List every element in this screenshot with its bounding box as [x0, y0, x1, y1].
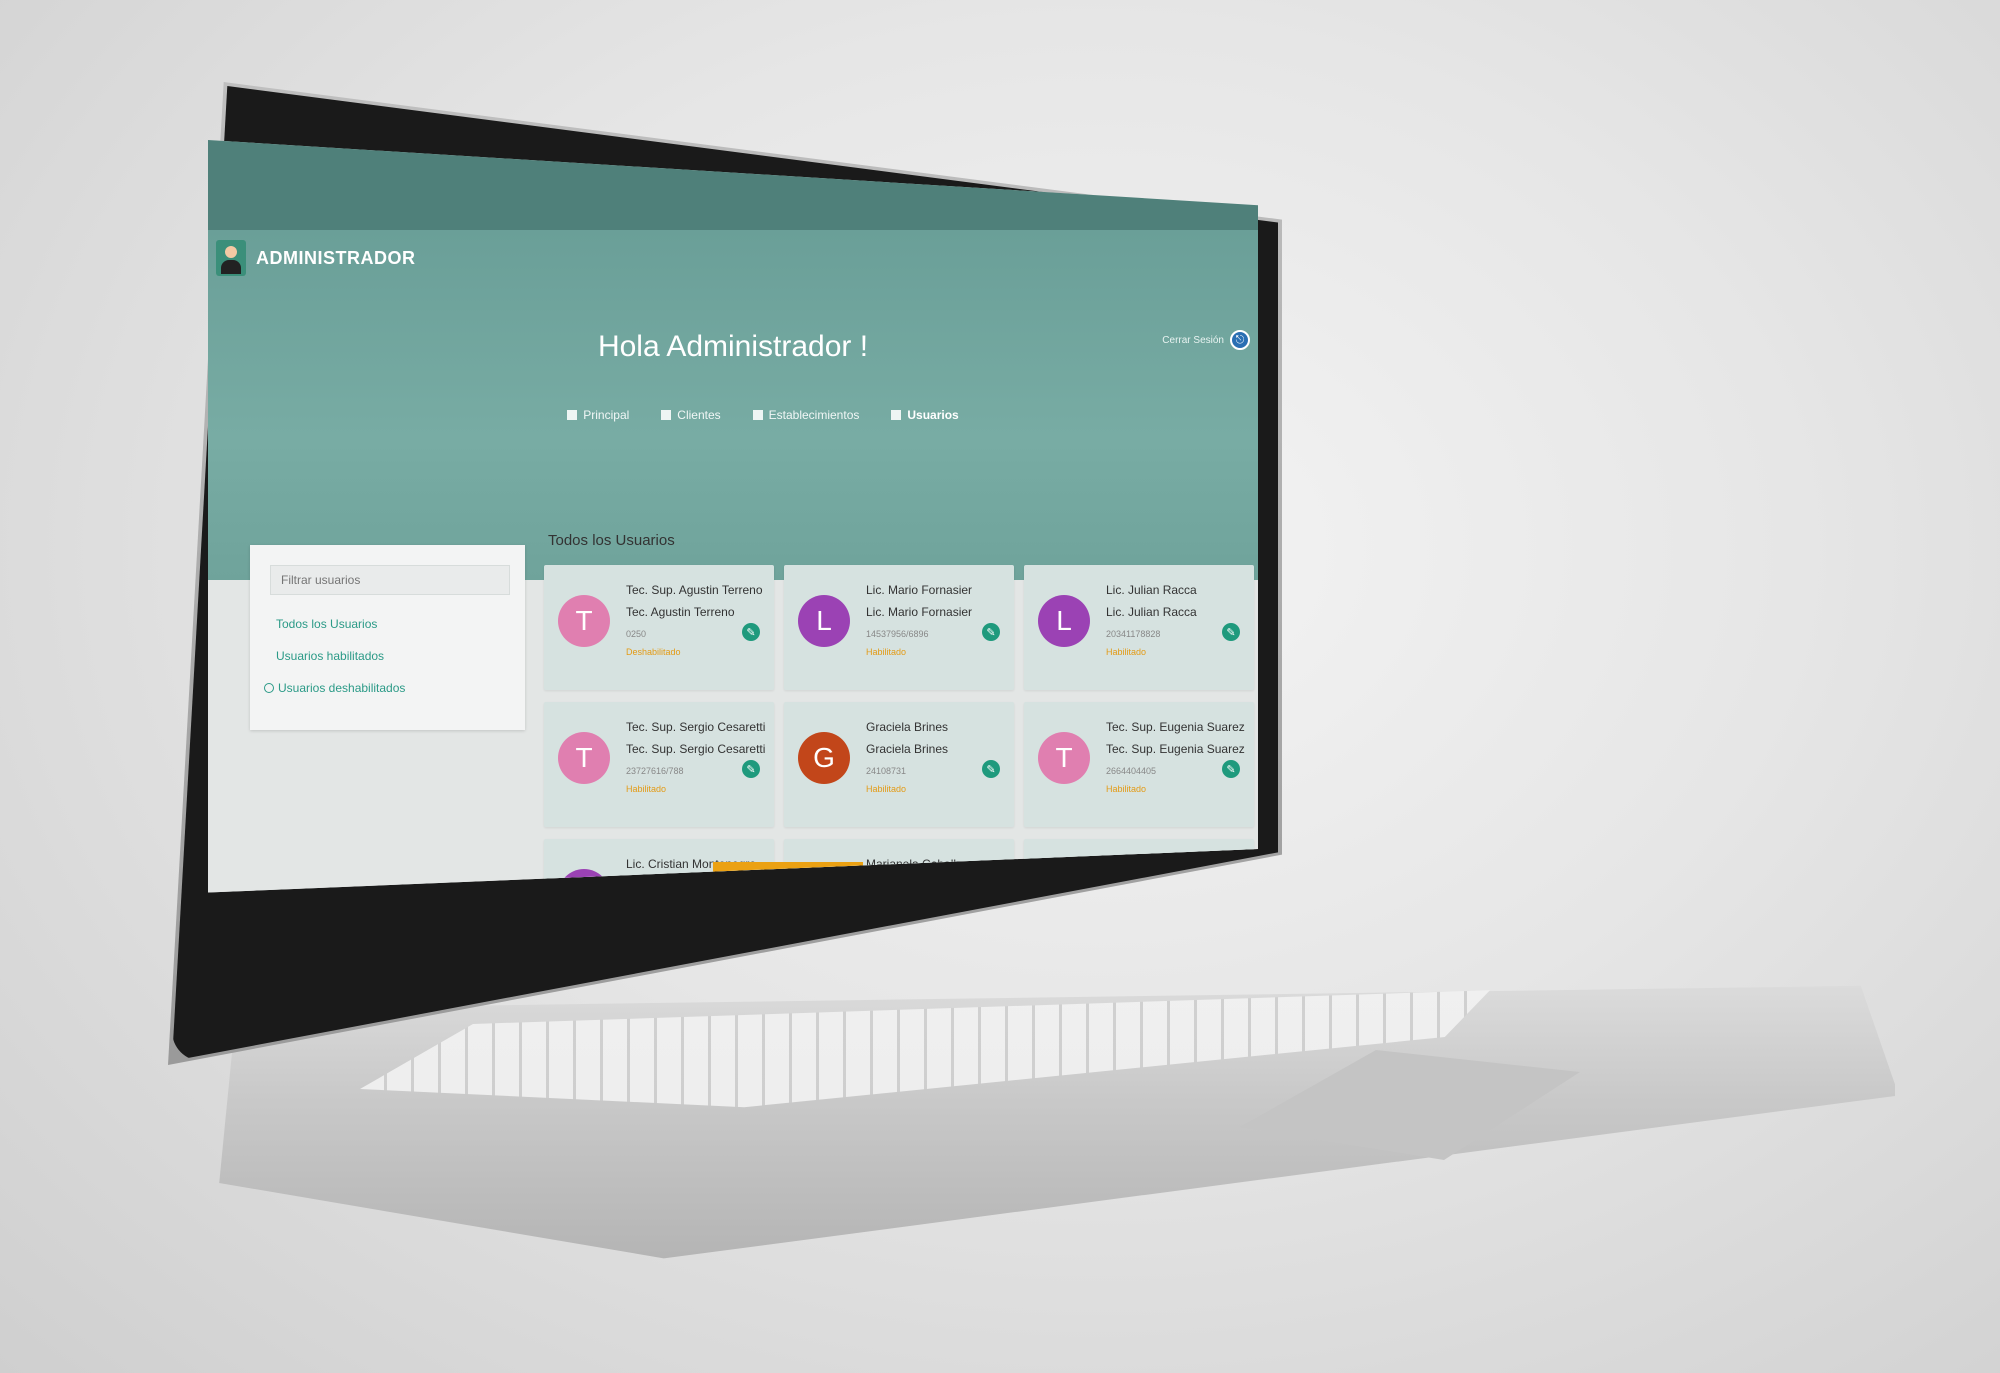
user-card-icon — [891, 410, 902, 420]
edit-pencil-icon[interactable]: ✎ — [742, 760, 760, 778]
nav-item-establecimientos[interactable]: Establecimientos — [752, 408, 860, 422]
edit-pencil-icon[interactable]: ✎ — [1222, 760, 1240, 778]
link-enabled-users[interactable]: Usuarios habilitados — [276, 649, 384, 663]
user-avatar: T — [1038, 732, 1090, 784]
user-title-name: Tec. Sup. Eugenia Suarez — [1106, 720, 1245, 734]
nav-item-principal[interactable]: Principal — [567, 408, 629, 422]
user-card[interactable]: T Tec. Sup. Sergio Cesaretti Tec. Sup. S… — [544, 702, 774, 827]
user-title-name: Lic. Mario Fornasier — [866, 583, 973, 597]
nav-label: Principal — [583, 408, 630, 422]
user-card[interactable]: T Tec. Sup. Eugenia Suarez Tec. Sup. Eug… — [1024, 702, 1254, 827]
user-id: 23727616/788 — [626, 766, 684, 776]
user-status: Deshabilitado — [626, 647, 681, 657]
user-card[interactable]: G Graciela Brines Graciela Brines 241087… — [784, 702, 1014, 827]
brand: ADMINISTRADOR — [216, 240, 416, 276]
edit-pencil-icon[interactable]: ✎ — [982, 760, 1000, 778]
nav-item-clientes[interactable]: Clientes — [661, 408, 721, 422]
user-status: Habilitado — [866, 784, 907, 794]
user-avatar: G — [798, 732, 850, 784]
nav-label: Establecimientos — [768, 408, 860, 422]
building-icon — [752, 410, 763, 420]
user-id: 14537956/6896 — [866, 629, 929, 639]
user-avatar: T — [558, 595, 610, 647]
user-avatar: L — [1038, 595, 1090, 647]
nav-label: Clientes — [677, 408, 721, 422]
edit-pencil-icon[interactable]: ✎ — [1222, 897, 1240, 915]
user-name: Tec. Sup. Eugenia Suarez — [1106, 742, 1245, 756]
user-title-name: Tec. Sup. Sergio Cesaretti — [626, 720, 766, 734]
user-name: Lic. Mario Fornasier — [866, 605, 973, 619]
user-status: Habilitado — [626, 784, 667, 794]
user-id: 0250 — [626, 629, 647, 639]
edit-pencil-icon[interactable]: ✎ — [742, 623, 760, 641]
filter-users-input[interactable] — [270, 565, 510, 595]
edit-pencil-icon[interactable]: ✎ — [982, 623, 1000, 641]
user-id: 20341178828 — [1106, 629, 1161, 639]
nav-item-usuarios[interactable]: Usuarios — [891, 408, 959, 422]
nav-label: Usuarios — [907, 408, 959, 422]
greeting-title: Hola Administrador ! — [597, 330, 869, 363]
user-filter-sidebar: Todos los Usuarios Usuarios habilitados … — [250, 545, 525, 730]
user-name: Graciela Brines — [866, 742, 949, 756]
user-name: Tec. Agustin Terreno — [626, 605, 735, 619]
user-title-name: Tec. Sup. Agustin Terreno — [626, 583, 763, 597]
user-title-name: Graciela Brines — [866, 720, 949, 734]
user-id: 2664404405 — [1106, 766, 1157, 776]
user-id: 38331906/151 — [1106, 903, 1164, 913]
main-nav: Principal Clientes Establecimientos Usua… — [208, 408, 1258, 422]
admin-avatar-icon — [216, 240, 246, 276]
user-title-name: Lic. Julian Racca — [1106, 583, 1197, 597]
user-status: Habilitado — [1106, 647, 1147, 657]
page-icon — [567, 410, 578, 420]
user-avatar: T — [558, 732, 610, 784]
user-card[interactable]: L Lic. Mario Fornasier Lic. Mario Fornas… — [784, 565, 1014, 690]
user-status: Habilitado — [866, 647, 907, 657]
building-icon — [661, 410, 672, 420]
user-card[interactable]: T Tec. Sup. Agustin Terreno Tec. Agustin… — [544, 565, 774, 690]
link-all-users[interactable]: Todos los Usuarios — [276, 617, 377, 631]
ban-icon — [264, 683, 274, 693]
role-title: ADMINISTRADOR — [256, 247, 416, 268]
user-card[interactable]: L Lic. Julian Racca Lic. Julian Racca 20… — [1024, 565, 1254, 690]
user-name: Tec. Sup. Sergio Cesaretti — [626, 742, 766, 756]
app-header — [208, 230, 1258, 580]
user-name: Lic. Julian Racca — [1106, 605, 1197, 619]
user-avatar: L — [798, 595, 850, 647]
user-status: Habilitado — [1106, 784, 1147, 794]
link-label: Usuarios deshabilitados — [278, 681, 406, 695]
user-id: 24108731 — [866, 766, 907, 776]
user-status: Habilitado — [1106, 921, 1147, 931]
edit-pencil-icon[interactable]: ✎ — [1222, 623, 1240, 641]
section-title: Todos los Usuarios — [548, 532, 675, 549]
link-disabled-users[interactable]: Usuarios deshabilitados — [264, 681, 405, 695]
